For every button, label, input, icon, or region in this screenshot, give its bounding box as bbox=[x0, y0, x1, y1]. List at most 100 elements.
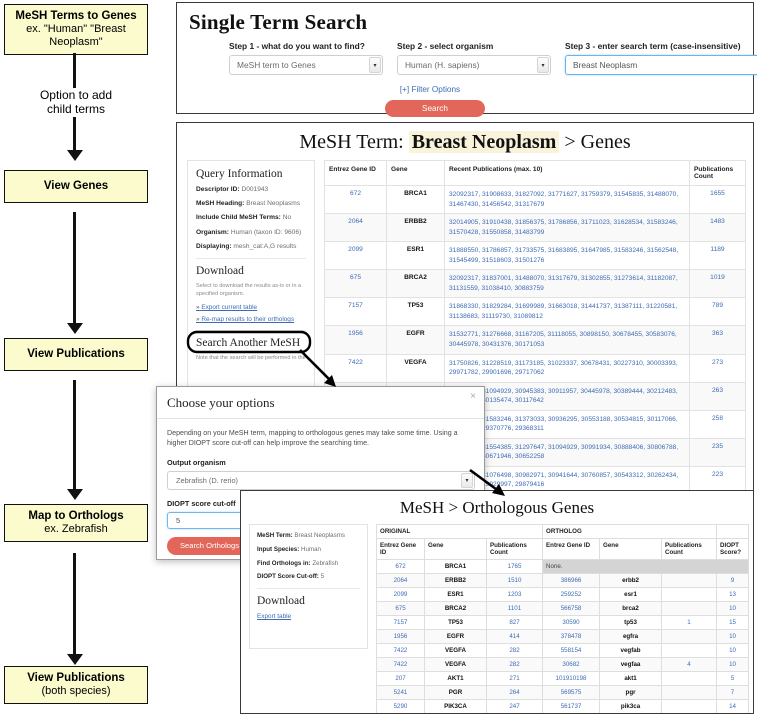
cell-diopt-score[interactable]: 5 bbox=[716, 671, 750, 686]
cell-original-publications-count[interactable]: 827 bbox=[485, 615, 544, 630]
cell-ortholog-entrez-gene-id[interactable]: 561737 bbox=[542, 699, 601, 713]
cell-ortholog-publications-count[interactable] bbox=[661, 671, 718, 686]
cell-original-entrez-gene-id[interactable]: 7422 bbox=[376, 657, 425, 672]
cell-publications-count[interactable]: 263 bbox=[689, 381, 746, 411]
cell-entrez-gene-id[interactable]: 1956 bbox=[324, 325, 387, 355]
cell-original-entrez-gene-id[interactable]: 7157 bbox=[376, 615, 425, 630]
cell-entrez-gene-id[interactable]: 2099 bbox=[324, 241, 387, 271]
cell-original-entrez-gene-id[interactable]: 2099 bbox=[376, 587, 425, 602]
cell-publications-count[interactable]: 1655 bbox=[689, 184, 746, 215]
cell-recent-publications[interactable]: 32092317, 31908633, 31827092, 31771627, … bbox=[444, 184, 690, 215]
cell-original-publications-count[interactable]: 1765 bbox=[485, 559, 544, 574]
cell-original-publications-count[interactable]: 1101 bbox=[485, 601, 544, 616]
cell-original-entrez-gene-id[interactable]: 5290 bbox=[376, 699, 425, 713]
chevron-down-icon[interactable]: ▾ bbox=[369, 57, 381, 73]
cell-entrez-gene-id[interactable]: 2064 bbox=[324, 213, 387, 243]
cell-recent-publications[interactable]: 31888550, 31786857, 31733575, 31683895, … bbox=[444, 241, 690, 271]
single-term-search-panel: Single Term Search Step 1 - what do you … bbox=[176, 2, 757, 117]
cell-ortholog-publications-count[interactable]: 4 bbox=[661, 657, 718, 672]
cell-entrez-gene-id[interactable]: 7157 bbox=[324, 297, 387, 327]
cell-ortholog-publications-count[interactable] bbox=[661, 587, 718, 602]
close-icon[interactable]: × bbox=[470, 391, 476, 402]
cell-original-publications-count[interactable]: 414 bbox=[485, 629, 544, 644]
cell-ortholog-entrez-gene-id[interactable]: 378478 bbox=[542, 629, 601, 644]
cell-ortholog-entrez-gene-id[interactable]: 101910198 bbox=[542, 671, 601, 686]
cell-diopt-score[interactable]: 10 bbox=[716, 657, 750, 672]
cell-ortholog-entrez-gene-id[interactable]: 386966 bbox=[542, 573, 601, 588]
cell-entrez-gene-id[interactable]: 7422 bbox=[324, 353, 387, 383]
cell-ortholog-publications-count[interactable] bbox=[661, 685, 718, 700]
ortholog-info-label: MeSH Term: bbox=[257, 532, 293, 539]
chevron-down-icon[interactable]: ▾ bbox=[461, 472, 473, 488]
cell-recent-publications[interactable]: 31750826, 31228519, 31173185, 31023337, … bbox=[444, 353, 690, 383]
cell-ortholog-publications-count[interactable]: 1 bbox=[661, 615, 718, 630]
cell-publications-count[interactable]: 223 bbox=[689, 465, 746, 491]
cell-original-entrez-gene-id[interactable]: 672 bbox=[376, 559, 425, 574]
cell-ortholog-entrez-gene-id[interactable]: 566758 bbox=[542, 601, 601, 616]
chevron-down-icon[interactable]: ▾ bbox=[537, 57, 549, 73]
organism-select[interactable]: Human (H. sapiens) ▾ bbox=[397, 55, 551, 75]
export-current-table-label: Export current table bbox=[201, 304, 258, 312]
cell-recent-publications[interactable]: 31868330, 31829284, 31699989, 31663018, … bbox=[444, 297, 690, 327]
cell-original-entrez-gene-id[interactable]: 207 bbox=[376, 671, 425, 686]
cell-publications-count[interactable]: 1189 bbox=[689, 241, 746, 271]
cell-ortholog-entrez-gene-id[interactable]: 558154 bbox=[542, 643, 601, 658]
search-term-input[interactable]: Breast Neoplasm bbox=[565, 55, 757, 75]
cell-diopt-score[interactable]: 10 bbox=[716, 643, 750, 658]
cell-publications-count[interactable]: 235 bbox=[689, 437, 746, 467]
cell-original-publications-count[interactable]: 247 bbox=[485, 699, 544, 713]
flow-arrow-3-line bbox=[73, 380, 76, 496]
cell-diopt-score[interactable]: 10 bbox=[716, 629, 750, 644]
search-button[interactable]: Search bbox=[385, 100, 485, 117]
flow-arrow-4-line bbox=[73, 553, 76, 661]
remap-orthologs-link[interactable]: » Re-map results to their orthologs bbox=[196, 316, 306, 323]
filter-options-toggle[interactable]: [+] Filter Options bbox=[117, 85, 743, 94]
cell-original-entrez-gene-id[interactable]: 675 bbox=[376, 601, 425, 616]
cell-entrez-gene-id[interactable]: 672 bbox=[324, 184, 387, 215]
cell-recent-publications[interactable]: 32092317, 31837001, 31488070, 31317679, … bbox=[444, 269, 690, 299]
cell-original-publications-count[interactable]: 264 bbox=[485, 685, 544, 700]
cell-entrez-gene-id[interactable]: 675 bbox=[324, 269, 387, 299]
cell-original-entrez-gene-id[interactable]: 2064 bbox=[376, 573, 425, 588]
cell-gene: VEGFA bbox=[386, 353, 445, 383]
table-row: 7157 TP53 31868330, 31829284, 31699989, 31… bbox=[324, 297, 746, 327]
cell-diopt-score[interactable]: 10 bbox=[716, 601, 750, 616]
cell-original-publications-count[interactable]: 271 bbox=[485, 671, 544, 686]
export-table-link[interactable]: Export table bbox=[257, 613, 360, 620]
cell-ortholog-publications-count[interactable] bbox=[661, 643, 718, 658]
cell-ortholog-publications-count[interactable] bbox=[661, 601, 718, 616]
cell-ortholog-entrez-gene-id[interactable]: 569575 bbox=[542, 685, 601, 700]
cell-ortholog-publications-count[interactable] bbox=[661, 573, 718, 588]
cell-ortholog-entrez-gene-id[interactable]: 30682 bbox=[542, 657, 601, 672]
cell-ortholog-entrez-gene-id[interactable]: 259252 bbox=[542, 587, 601, 602]
cell-ortholog-entrez-gene-id[interactable]: 30590 bbox=[542, 615, 601, 630]
cell-diopt-score[interactable]: 15 bbox=[716, 615, 750, 630]
cell-diopt-score[interactable]: 7 bbox=[716, 685, 750, 700]
cell-publications-count[interactable]: 789 bbox=[689, 297, 746, 327]
cell-original-entrez-gene-id[interactable]: 5241 bbox=[376, 685, 425, 700]
cell-original-publications-count[interactable]: 282 bbox=[485, 643, 544, 658]
output-organism-select[interactable]: Zebrafish (D. rerio) ▾ bbox=[167, 470, 475, 490]
cell-original-entrez-gene-id[interactable]: 7422 bbox=[376, 643, 425, 658]
cell-recent-publications[interactable]: 31532771, 31276668, 31167205, 31118055, … bbox=[444, 325, 690, 355]
cell-publications-count[interactable]: 273 bbox=[689, 353, 746, 383]
cell-original-entrez-gene-id[interactable]: 1956 bbox=[376, 629, 425, 644]
cell-gene: ERBB2 bbox=[386, 213, 445, 243]
cell-original-publications-count[interactable]: 1510 bbox=[485, 573, 544, 588]
cell-original-publications-count[interactable]: 282 bbox=[485, 657, 544, 672]
export-current-table-link[interactable]: » Export current table bbox=[196, 304, 306, 311]
cell-publications-count[interactable]: 1483 bbox=[689, 213, 746, 243]
cell-diopt-score[interactable]: 13 bbox=[716, 587, 750, 602]
cell-diopt-score[interactable]: 9 bbox=[716, 573, 750, 588]
flow-arrow-4-head bbox=[67, 654, 83, 665]
cell-ortholog-publications-count[interactable] bbox=[661, 629, 718, 644]
cell-recent-publications[interactable]: 32014905, 31910438, 31856375, 31786856, … bbox=[444, 213, 690, 243]
cell-diopt-score[interactable]: 14 bbox=[716, 699, 750, 713]
cell-ortholog-publications-count[interactable] bbox=[661, 699, 718, 713]
cell-original-publications-count[interactable]: 1203 bbox=[485, 587, 544, 602]
cell-publications-count[interactable]: 363 bbox=[689, 325, 746, 355]
search-type-select[interactable]: MeSH term to Genes ▾ bbox=[229, 55, 383, 75]
cell-original-gene: BRCA2 bbox=[424, 601, 487, 616]
cell-publications-count[interactable]: 258 bbox=[689, 409, 746, 439]
cell-publications-count[interactable]: 1019 bbox=[689, 269, 746, 299]
